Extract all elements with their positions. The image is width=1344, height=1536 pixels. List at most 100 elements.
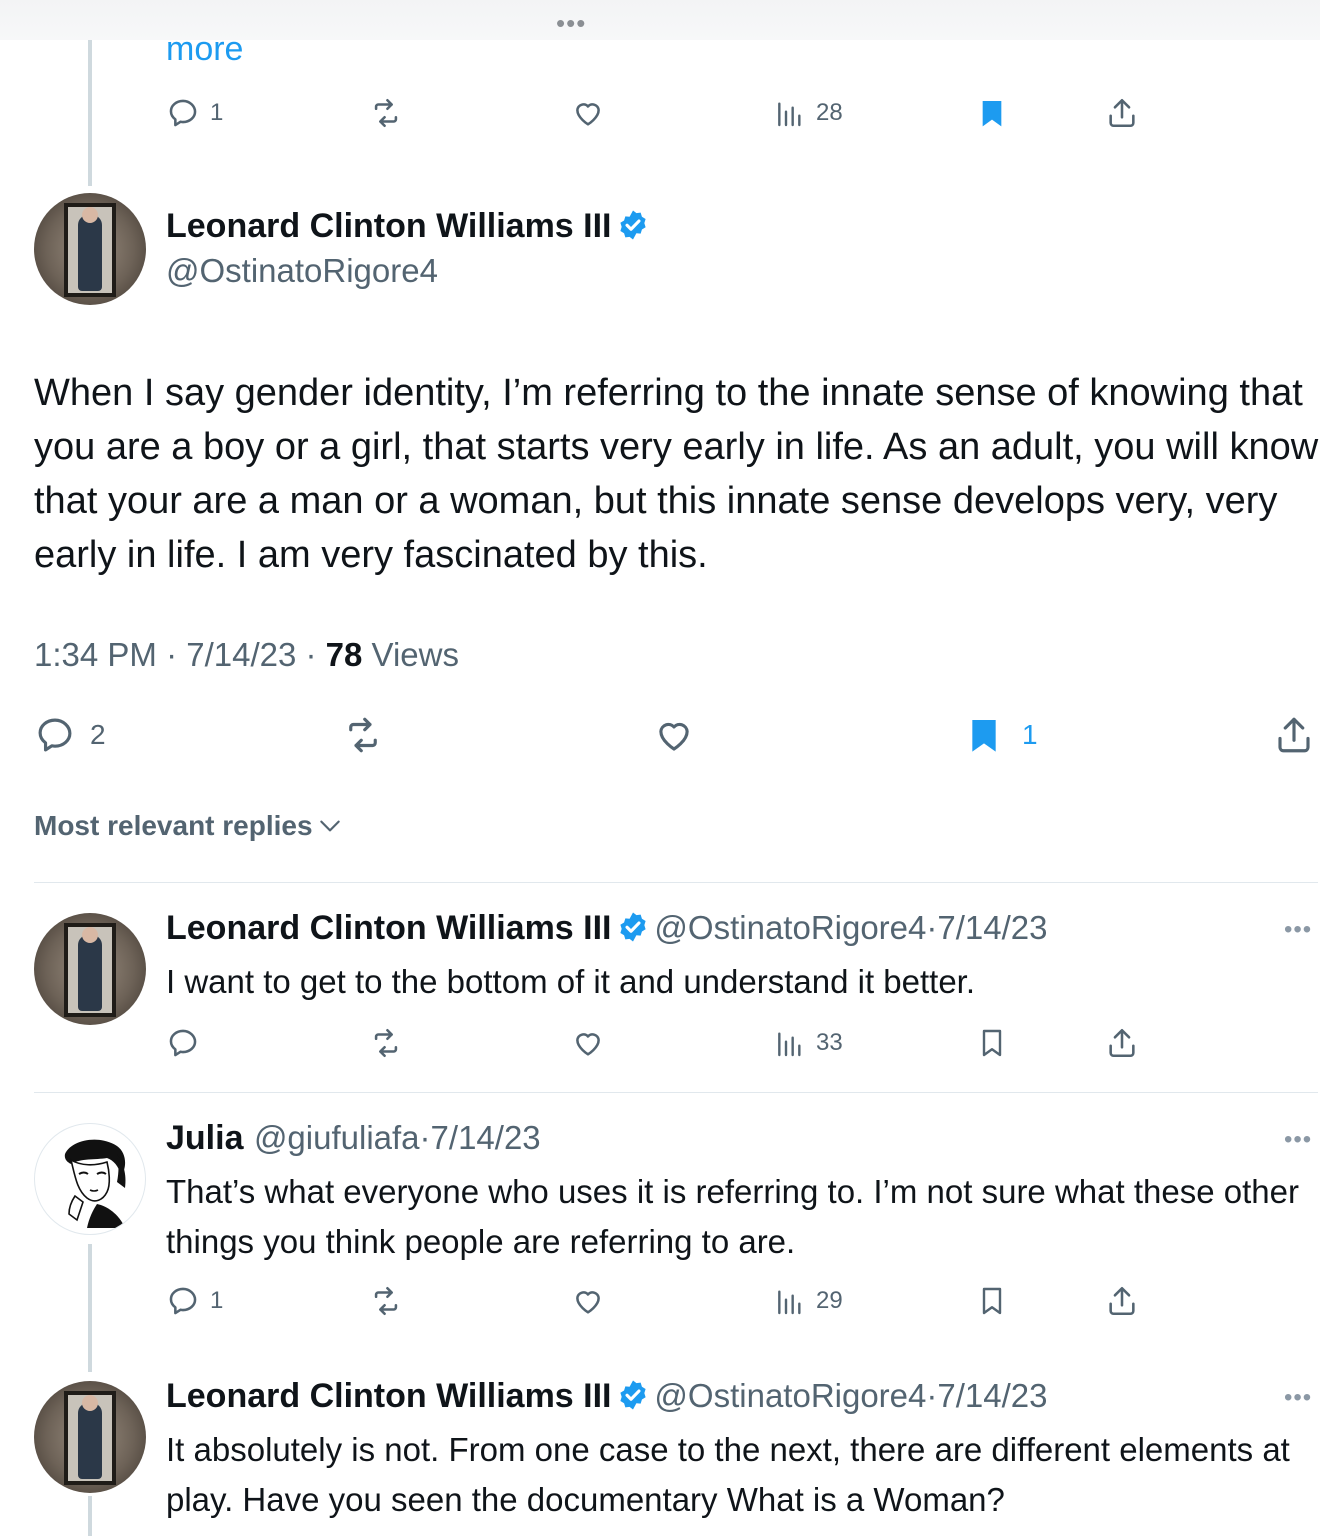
reply-icon	[169, 99, 197, 127]
tweet-meta: 1:34 PM · 7/14/23 · 78 Views	[34, 636, 459, 674]
like-button[interactable]	[570, 1026, 606, 1060]
more-icon[interactable]: •••	[1284, 1384, 1312, 1412]
like-button[interactable]	[570, 96, 606, 130]
like-button[interactable]	[570, 1284, 606, 1318]
reply-button[interactable]	[166, 1026, 200, 1060]
avatar[interactable]	[34, 1123, 146, 1235]
reply-icon	[38, 718, 72, 752]
thread-line	[88, 40, 92, 186]
views-icon	[778, 102, 801, 127]
avatar-head	[82, 927, 98, 943]
tweet-text: When I say gender identity, I’m referrin…	[34, 372, 1319, 576]
retweet-icon	[374, 98, 398, 128]
reply-icon	[169, 1029, 197, 1057]
share-button[interactable]	[1104, 1026, 1140, 1060]
verified-badge-icon	[620, 210, 646, 240]
more-icon[interactable]: •••	[1284, 916, 1312, 944]
views-button[interactable]: 29	[774, 1284, 843, 1318]
reply-text: That’s what everyone who uses it is refe…	[166, 1173, 1299, 1260]
author-name[interactable]: Leonard Clinton Williams III	[166, 909, 612, 947]
reply-date[interactable]: 7/14/23	[431, 1119, 541, 1156]
reply-count: 1	[210, 99, 224, 126]
bookmark-button[interactable]	[976, 1284, 1008, 1318]
author-handle[interactable]: @OstinatoRigore4	[654, 909, 926, 946]
views-count: 28	[816, 99, 843, 126]
bookmark-button[interactable]	[976, 96, 1008, 130]
views-label: Views	[362, 636, 459, 673]
thread-line	[88, 1244, 92, 1372]
avatar[interactable]	[34, 1381, 146, 1493]
retweet-button[interactable]	[368, 1284, 404, 1318]
avatar-figure	[78, 935, 102, 1011]
avatar-figure	[78, 1403, 102, 1479]
views-button[interactable]: 33	[774, 1026, 843, 1060]
author-handle[interactable]: @OstinatoRigore4	[654, 1377, 926, 1414]
more-icon[interactable]: •••	[1284, 1126, 1312, 1154]
bookmark-icon	[982, 101, 1002, 127]
reply-count: 1	[210, 1287, 224, 1314]
reply-button[interactable]: 1	[166, 96, 223, 130]
divider	[34, 882, 1318, 883]
bookmark-button[interactable]: 1	[964, 714, 1038, 756]
retweet-button[interactable]	[368, 1026, 404, 1060]
like-icon	[576, 1291, 600, 1314]
reply-button[interactable]: 2	[34, 714, 106, 756]
bookmark-icon	[982, 1029, 1002, 1057]
retweet-icon	[349, 717, 377, 753]
reply-header: Julia @giufuliafa·7/14/23	[166, 1119, 541, 1158]
like-icon	[576, 1033, 600, 1056]
share-button[interactable]	[1272, 714, 1316, 756]
tweet-timestamp[interactable]: 1:34 PM · 7/14/23 ·	[34, 636, 326, 673]
like-icon	[576, 103, 600, 126]
avatar[interactable]	[34, 913, 146, 1025]
share-icon	[1109, 1028, 1135, 1058]
avatar[interactable]	[34, 193, 146, 305]
avatar-head	[82, 207, 98, 223]
share-button[interactable]	[1104, 96, 1140, 130]
share-icon	[1109, 1286, 1135, 1316]
retweet-icon	[374, 1028, 398, 1058]
views-icon	[778, 1032, 801, 1057]
like-icon	[659, 722, 689, 751]
author-handle[interactable]: @giufuliafa	[254, 1119, 420, 1156]
views-count-bold[interactable]: 78	[326, 636, 363, 673]
avatar-illustration	[64, 1139, 126, 1228]
views-count: 29	[816, 1287, 843, 1314]
share-icon	[1109, 98, 1135, 128]
verified-badge-icon	[620, 912, 646, 942]
like-button[interactable]	[652, 714, 696, 756]
views-button[interactable]: 28	[774, 96, 843, 130]
show-more-link[interactable]: more	[166, 30, 243, 69]
views-icon	[778, 1290, 801, 1315]
sort-label: Most relevant replies	[34, 810, 313, 841]
reply-text: It absolutely is not. From one case to t…	[166, 1431, 1290, 1518]
reply-date[interactable]: 7/14/23	[937, 1377, 1047, 1414]
reply-date[interactable]: 7/14/23	[937, 909, 1047, 946]
share-button[interactable]	[1104, 1284, 1140, 1318]
reply-button[interactable]: 1	[166, 1284, 223, 1318]
retweet-button[interactable]	[340, 714, 386, 756]
retweet-button[interactable]	[368, 96, 404, 130]
author-name[interactable]: Leonard Clinton Williams III	[166, 1377, 612, 1415]
bookmark-button[interactable]	[976, 1026, 1008, 1060]
reply-icon	[169, 1287, 197, 1315]
reply-text: I want to get to the bottom of it and un…	[166, 963, 976, 1000]
separator-dot: ·	[926, 1377, 938, 1414]
grabber-dots-icon: •••	[556, 8, 587, 38]
bookmark-icon	[982, 1287, 1002, 1315]
separator-dot: ·	[926, 909, 938, 946]
reply-count: 2	[90, 719, 106, 750]
divider	[34, 1092, 1318, 1093]
author-name[interactable]: Julia	[166, 1119, 243, 1157]
thread-line	[88, 1496, 92, 1536]
separator-dot: ·	[419, 1119, 431, 1156]
bookmark-count: 1	[1022, 719, 1038, 750]
avatar-figure	[78, 215, 102, 291]
author-name[interactable]: Leonard Clinton Williams III	[166, 207, 612, 245]
author-handle[interactable]: @OstinatoRigore4	[166, 252, 438, 290]
avatar-head	[82, 1395, 98, 1411]
author-name-row[interactable]: Leonard Clinton Williams III	[166, 207, 650, 246]
share-icon	[1278, 717, 1310, 753]
retweet-icon	[374, 1286, 398, 1316]
replies-sort-dropdown[interactable]: Most relevant replies	[34, 810, 343, 842]
